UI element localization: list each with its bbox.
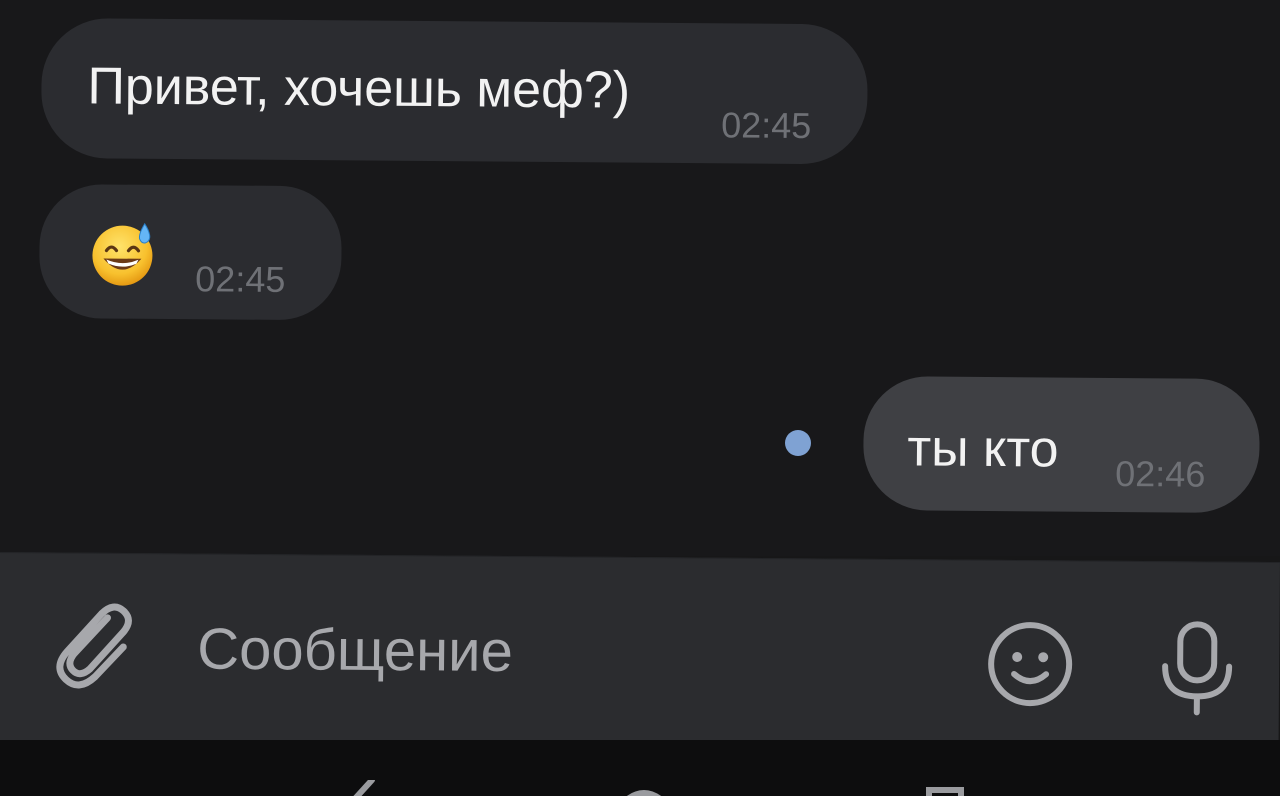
incoming-message[interactable]: Привет, хочешь меф?) 02:45 [40,18,868,165]
message-composer [0,552,1280,756]
unread-status-dot [785,430,811,456]
home-icon[interactable] [614,780,674,796]
message-text: Привет, хочешь меф?) [87,57,631,120]
message-time: 02:45 [721,104,812,147]
grinning-face-with-sweat-icon [92,222,153,286]
microphone-icon[interactable] [1157,618,1238,717]
system-navigation-bar [0,740,1280,796]
message-time: 02:46 [1115,452,1206,495]
message-input[interactable] [196,610,938,693]
incoming-message[interactable]: 02:45 [38,184,342,321]
paperclip-icon[interactable] [49,599,136,690]
smiley-icon[interactable] [985,619,1076,710]
recent-apps-icon[interactable] [925,780,965,796]
message-time: 02:45 [195,258,286,300]
outgoing-message[interactable]: ты кто 02:46 [862,376,1260,514]
chat-screen: Привет, хочешь меф?) 02:45 02:45 ты кто … [0,0,1280,796]
message-text: ты кто [907,419,1059,479]
back-icon[interactable] [330,780,390,796]
message-list[interactable]: Привет, хочешь меф?) 02:45 02:45 ты кто … [0,0,1280,556]
